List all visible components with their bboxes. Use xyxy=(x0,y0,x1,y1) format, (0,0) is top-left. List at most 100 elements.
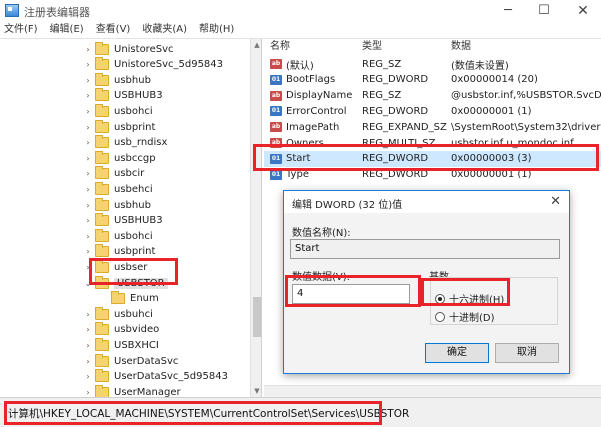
tree-scrollbar[interactable]: ▲ ▼ xyxy=(250,39,261,397)
tree-item[interactable]: › usbcir xyxy=(84,166,144,182)
registry-editor-icon xyxy=(5,4,19,17)
folder-icon xyxy=(95,41,109,55)
value-row[interactable]: ab (默认) REG_SZ (数值未设置) xyxy=(264,56,601,72)
maximize-button[interactable]: ☐ xyxy=(526,1,562,21)
chevron-right-icon[interactable]: › xyxy=(84,45,92,54)
tree-item[interactable]: › usbser xyxy=(84,259,147,275)
chevron-right-icon[interactable]: › xyxy=(84,201,92,210)
value-row[interactable]: ab ImagePath REG_EXPAND_SZ \SystemRoot\Syst… xyxy=(264,119,601,135)
chevron-right-icon[interactable]: › xyxy=(84,388,92,397)
tree-item[interactable]: › USBXHCI xyxy=(84,337,159,353)
tree-item[interactable]: › usbohci xyxy=(84,103,153,119)
window-title: 注册表编辑器 xyxy=(24,6,90,19)
chevron-right-icon[interactable]: › xyxy=(84,372,92,381)
hex-radio-option[interactable]: 十六进制(H) xyxy=(435,291,504,306)
tree-item[interactable]: › usbprint xyxy=(84,244,155,260)
string-value-icon: ab xyxy=(270,138,282,148)
dialog-close-icon[interactable]: ✕ xyxy=(550,194,561,209)
column-header-name[interactable]: 名称 xyxy=(270,39,290,55)
value-type: REG_DWORD xyxy=(362,105,429,117)
value-name: ImagePath xyxy=(286,121,340,133)
value-row[interactable]: 01 Type REG_DWORD 0x00000001 (1) xyxy=(264,167,601,183)
minimize-button[interactable]: ─ xyxy=(490,1,526,21)
value-row[interactable]: 01 ErrorControl REG_DWORD 0x00000001 (1) xyxy=(264,103,601,119)
value-row[interactable]: ab DisplayName REG_SZ @usbstor.inf,%USBSTOR… xyxy=(264,88,601,104)
chevron-right-icon[interactable]: › xyxy=(84,247,92,256)
tree-item[interactable]: › usbvideo xyxy=(84,322,159,338)
dec-radio-icon[interactable] xyxy=(435,311,445,322)
tree-item-label: usbprint xyxy=(114,246,156,258)
tree-item[interactable]: › usbccgp xyxy=(84,150,156,166)
column-header-type[interactable]: 类型 xyxy=(362,39,382,55)
value-row[interactable]: 01 Start REG_DWORD 0x00000003 (3) xyxy=(264,150,601,167)
tree-item[interactable]: › usbuhci xyxy=(84,306,153,322)
tree-item-label: usbohci xyxy=(114,105,153,117)
tree-item[interactable]: › usbehci xyxy=(84,181,153,197)
chevron-right-icon[interactable]: › xyxy=(84,325,92,334)
tree-item-label: usbuhci xyxy=(114,308,153,320)
tree-item[interactable]: ⌄ USBSTOR xyxy=(84,275,168,291)
dialog-title-bar: 编辑 DWORD (32 位)值 ✕ xyxy=(284,191,569,213)
tree-item[interactable]: › usbhub xyxy=(84,72,151,88)
tree-item[interactable]: › UnistoreSvc_5d95843 xyxy=(84,57,223,73)
chevron-right-icon[interactable]: › xyxy=(84,263,92,272)
value-data-input[interactable]: 4 xyxy=(292,284,410,304)
string-value-icon: ab xyxy=(270,122,282,133)
registry-tree[interactable]: ›UsoSvc›UserManager›UserDataSvc_5d95843›… xyxy=(0,39,262,397)
tree-item[interactable]: › UserDataSvc xyxy=(84,353,178,369)
tree-item[interactable]: › usb_rndisx xyxy=(84,135,167,151)
tree-item[interactable]: Enum xyxy=(100,291,159,307)
chevron-down-icon[interactable]: ⌄ xyxy=(84,279,92,288)
value-type: REG_DWORD xyxy=(362,74,429,86)
tree-item[interactable]: › usbohci xyxy=(84,228,153,244)
scroll-up-icon[interactable]: ▲ xyxy=(251,39,261,51)
value-row[interactable]: ab Owners REG_MULTI_SZ usbstor.inf,u_mondoc… xyxy=(264,135,601,151)
chevron-right-icon[interactable]: › xyxy=(84,216,92,225)
dec-radio-option[interactable]: 十进制(D) xyxy=(435,309,495,324)
chevron-right-icon[interactable]: › xyxy=(84,185,92,194)
chevron-right-icon[interactable]: › xyxy=(84,60,92,69)
close-button[interactable]: ✕ xyxy=(565,1,601,21)
tree-item[interactable]: › usbhub xyxy=(84,197,151,213)
string-value-icon: ab xyxy=(270,90,282,101)
folder-icon xyxy=(95,72,109,86)
tree-scroll-thumb[interactable] xyxy=(253,297,261,337)
menu-file[interactable]: 文件(F) xyxy=(4,22,38,38)
menu-help[interactable]: 帮助(H) xyxy=(199,22,234,38)
values-horizontal-scrollbar[interactable] xyxy=(264,385,601,397)
hex-radio-icon[interactable] xyxy=(435,293,445,304)
chevron-right-icon[interactable]: › xyxy=(84,310,92,319)
cancel-button[interactable]: 取消 xyxy=(495,343,559,363)
value-data: \SystemRoot\System32\drivers\U xyxy=(451,121,601,133)
chevron-right-icon[interactable]: › xyxy=(84,123,92,132)
tree-item[interactable]: › usbprint xyxy=(84,119,155,135)
chevron-right-icon[interactable]: › xyxy=(84,138,92,147)
menu-view[interactable]: 查看(V) xyxy=(96,22,131,38)
tree-item[interactable]: › USBHUB3 xyxy=(84,213,163,229)
tree-item[interactable]: › UserManager xyxy=(84,384,181,397)
folder-icon xyxy=(95,213,109,227)
chevron-right-icon[interactable]: › xyxy=(84,76,92,85)
column-header-data[interactable]: 数据 xyxy=(451,39,471,55)
chevron-right-icon[interactable]: › xyxy=(84,91,92,100)
value-name: DisplayName xyxy=(286,90,353,102)
chevron-right-icon[interactable]: › xyxy=(84,341,92,350)
chevron-right-icon[interactable]: › xyxy=(84,107,92,116)
value-name: Owners xyxy=(286,137,324,149)
menu-favorites[interactable]: 收藏夹(A) xyxy=(142,22,187,38)
value-name: BootFlags xyxy=(286,74,336,86)
ok-button[interactable]: 确定 xyxy=(425,343,489,363)
chevron-right-icon[interactable]: › xyxy=(84,154,92,163)
tree-item-label: usbser xyxy=(114,261,148,273)
chevron-right-icon[interactable]: › xyxy=(84,357,92,366)
scroll-down-icon[interactable]: ▼ xyxy=(251,385,261,397)
folder-icon xyxy=(95,119,109,133)
menu-edit[interactable]: 编辑(E) xyxy=(50,22,84,38)
chevron-right-icon[interactable]: › xyxy=(84,232,92,241)
tree-item[interactable]: › USBHUB3 xyxy=(84,88,163,104)
value-row[interactable]: 01 BootFlags REG_DWORD 0x00000014 (20) xyxy=(264,72,601,88)
tree-item[interactable]: › UserDataSvc_5d95843 xyxy=(84,369,228,385)
value-name-field[interactable]: Start xyxy=(290,239,560,259)
chevron-right-icon[interactable]: › xyxy=(84,169,92,178)
tree-item[interactable]: › UnistoreSvc xyxy=(84,41,174,57)
